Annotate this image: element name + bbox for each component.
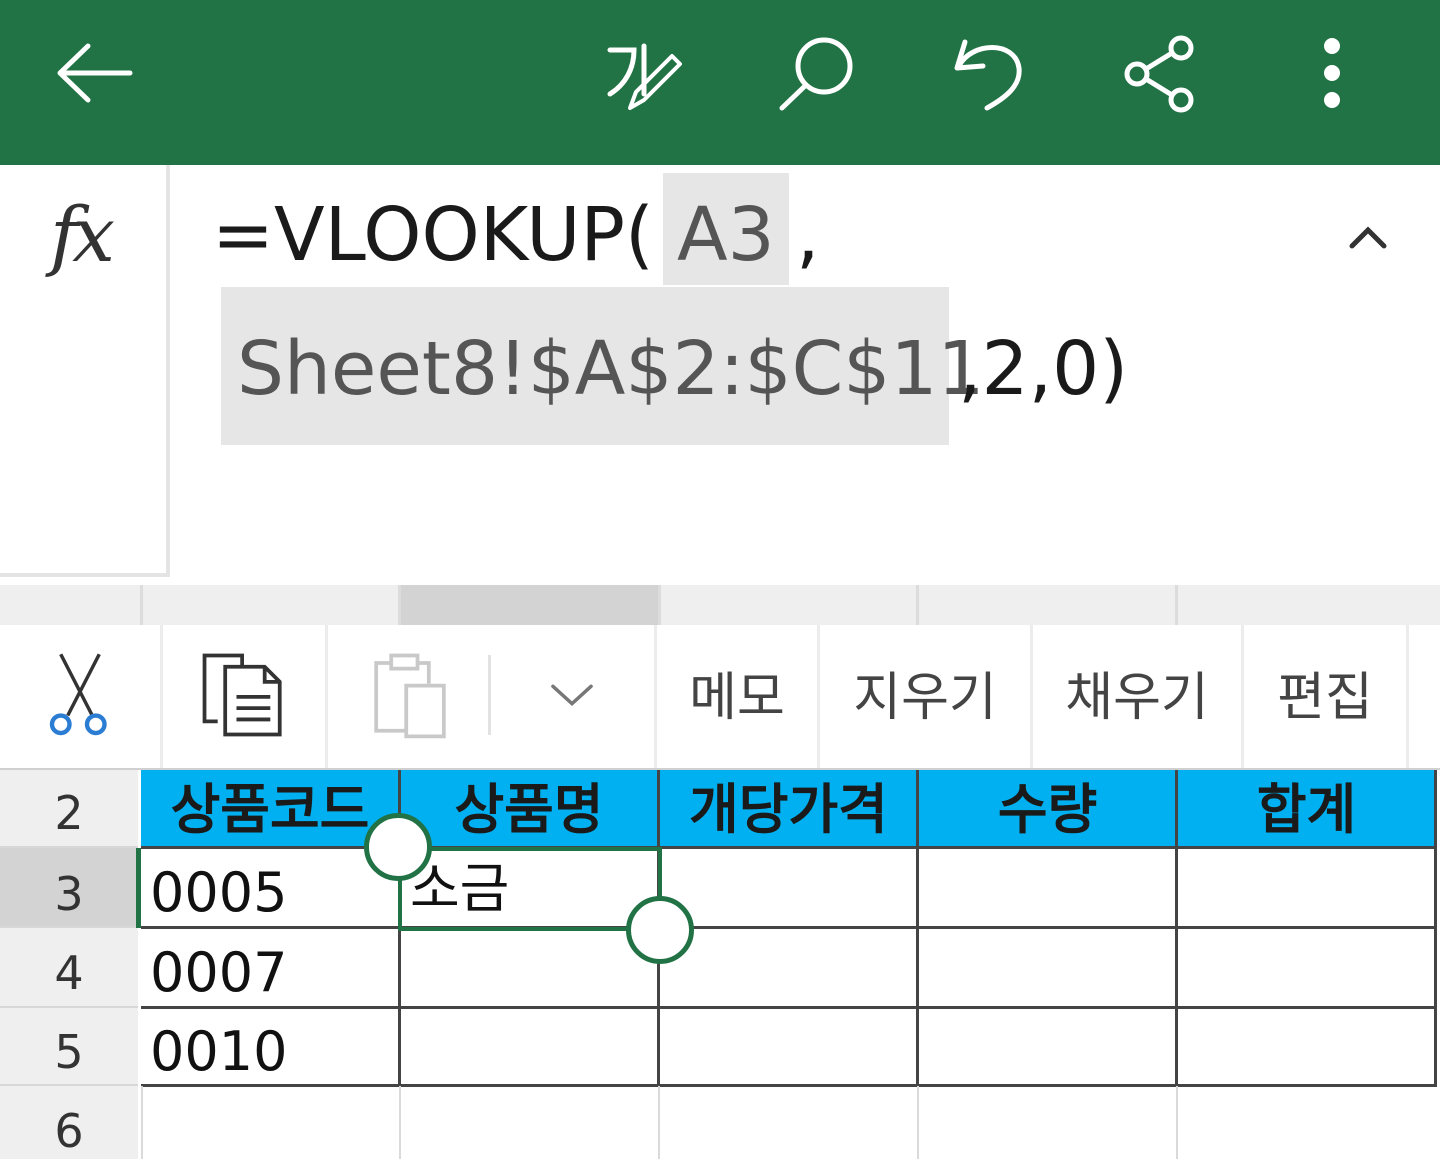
cell-a5-text: 0010 <box>150 1020 288 1083</box>
row-header-6[interactable]: 6 <box>0 1086 138 1159</box>
undo-icon[interactable] <box>945 28 1035 118</box>
clear-label: 지우기 <box>853 668 997 728</box>
handwriting-icon[interactable] <box>600 28 690 118</box>
chevron-down-icon <box>546 677 598 717</box>
paste-icon <box>363 648 457 746</box>
fill-button[interactable]: 채우기 <box>1033 625 1241 768</box>
paste-button[interactable] <box>330 625 490 768</box>
formula-ref-a3[interactable]: A3 <box>663 173 789 285</box>
fx-label: fx <box>50 190 115 279</box>
more-options-icon[interactable] <box>1288 28 1378 118</box>
header-cell-name[interactable]: 상품명 <box>399 770 659 848</box>
edit-label: 편집 <box>1277 668 1373 728</box>
formula-func-text: =VLOOKUP( <box>212 192 654 278</box>
collapse-caret-icon[interactable] <box>1340 212 1396 262</box>
reference-highlight <box>136 848 141 928</box>
paste-options-dropdown[interactable] <box>492 625 652 768</box>
row-header-4[interactable]: 4 <box>0 928 138 1008</box>
formula-comma: , <box>796 192 820 278</box>
scissors-icon <box>45 647 115 746</box>
copy-button[interactable] <box>163 625 325 768</box>
header-cell-code[interactable]: 상품코드 <box>141 770 399 848</box>
memo-button[interactable]: 메모 <box>657 625 817 768</box>
row-header-2[interactable]: 2 <box>0 770 138 848</box>
cell-a3-text: 0005 <box>150 861 288 924</box>
selected-cell-b3[interactable] <box>398 847 662 931</box>
app-toolbar <box>0 0 1440 165</box>
fill-label: 채우기 <box>1065 668 1209 728</box>
header-cell-quantity[interactable]: 수량 <box>918 770 1177 848</box>
search-icon[interactable] <box>772 28 862 118</box>
clear-button[interactable]: 지우기 <box>820 625 1030 768</box>
copy-icon <box>197 648 291 746</box>
cut-button[interactable] <box>0 625 160 768</box>
selection-handle-top-left[interactable] <box>364 813 432 881</box>
edit-button[interactable]: 편집 <box>1244 625 1406 768</box>
selection-handle-bottom-right[interactable] <box>626 896 694 964</box>
column-header-strip <box>0 585 1440 627</box>
row-header-5[interactable]: 5 <box>0 1008 138 1086</box>
formula-tail: ,2,0) <box>958 326 1129 412</box>
cell-a4-text: 0007 <box>150 941 288 1004</box>
header-cell-unit-price[interactable]: 개당가격 <box>659 770 918 848</box>
context-toolbar: 메모 지우기 채우기 편집 <box>0 625 1440 770</box>
share-icon[interactable] <box>1115 28 1205 118</box>
formula-ref-range[interactable]: Sheet8!$A$2:$C$11 <box>221 287 984 445</box>
row-header-3[interactable]: 3 <box>0 848 138 928</box>
active-column-header[interactable] <box>398 585 660 627</box>
header-cell-total[interactable]: 합계 <box>1177 770 1436 848</box>
memo-label: 메모 <box>689 668 785 728</box>
back-arrow-icon[interactable] <box>48 28 138 118</box>
